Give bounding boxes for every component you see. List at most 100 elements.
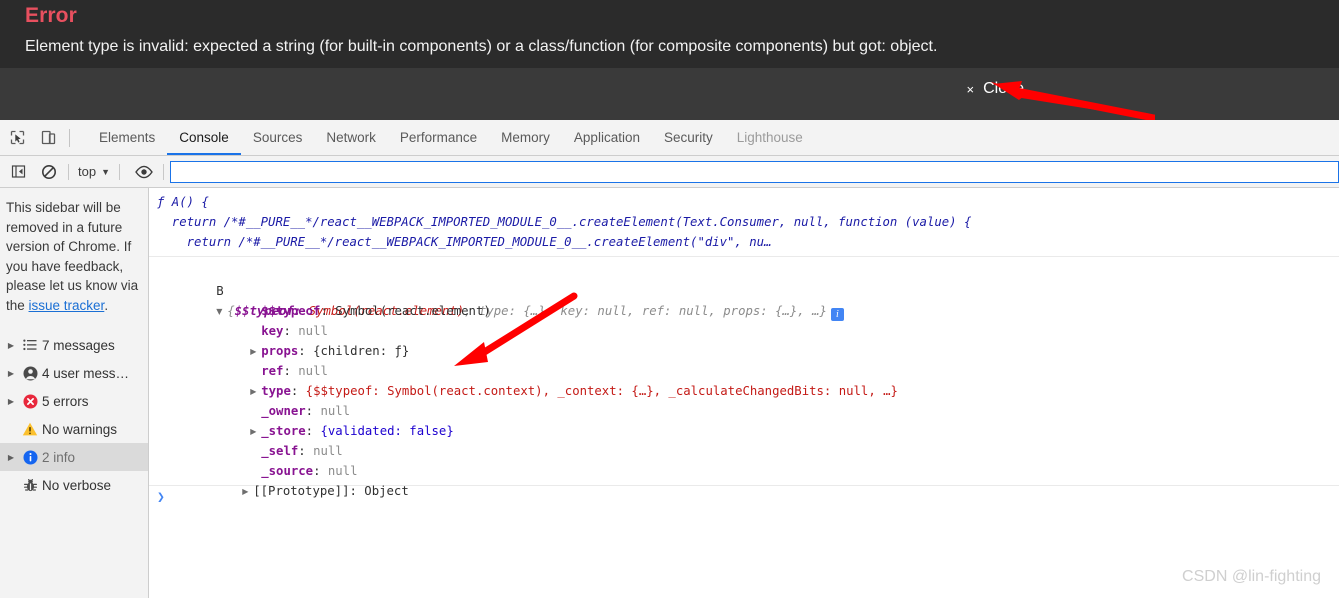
tab-network[interactable]: Network [314,120,388,155]
object-prop-row[interactable]: $$typeof: Symbol(react.element) [149,281,1339,318]
prop-sep: : [298,344,314,358]
prop-sep: : [283,364,299,378]
sidebar-item-label: 2 info [42,449,76,465]
object-summary-rest: , type: {…}, key: null, ref: null, props… [464,304,827,318]
prop-value: null [298,324,328,338]
sidebar-item-user-messages[interactable]: ▶ 4 user mess… [0,359,148,387]
close-icon: × [966,81,975,97]
prop-value: null [320,404,351,418]
prop-value: null [327,464,358,478]
prop-key: _store [261,424,306,438]
sidebar-item-label: 7 messages [42,337,115,353]
error-message: Element type is invalid: expected a stri… [25,38,938,55]
prop-value: {children: ƒ} [313,344,410,358]
inspect-element-icon[interactable] [4,125,31,151]
filterbar-divider-3 [163,163,164,180]
tab-security[interactable]: Security [652,120,725,155]
console-entry-object[interactable]: B ▼ {$$typeof: Symbol(react.element), typ… [149,257,1339,498]
user-icon [18,366,42,381]
expand-arrow-icon[interactable]: ▶ [4,341,18,350]
filterbar-divider-2 [119,163,120,180]
info-icon [18,450,42,465]
tab-memory[interactable]: Memory [489,120,562,155]
prop-key: ref [261,364,284,378]
issue-tracker-link[interactable]: issue tracker [29,298,105,313]
sidebar-item-messages[interactable]: ▶ 7 messages [0,331,148,359]
function-signature-line: ƒ A() { [157,195,209,209]
prompt-chevron-icon: ❯ [157,490,165,505]
tab-elements[interactable]: Elements [87,120,167,155]
prop-key: props [261,344,299,358]
prop-key: _owner [261,404,306,418]
warning-icon [18,422,42,437]
console-sidebar: This sidebar will be removed in a future… [0,188,149,598]
toolbar-divider [69,128,70,147]
error-icon [18,394,42,409]
watermark: CSDN @lin-fighting [1182,568,1321,585]
error-action-bar: × Close [0,68,1339,120]
console-entry-function[interactable]: ƒ A() { return /*#__PURE__*/react__WEBPA… [149,188,1339,257]
prop-key: type [261,384,291,398]
execution-context-label: top [78,164,97,179]
prop-value: null [298,364,328,378]
devtools-tab-bar: Elements Console Sources Network Perform… [0,120,1339,156]
sidebar-toggle-icon[interactable] [5,160,31,184]
function-body-line-2: return /*#__PURE__*/react__WEBPACK_IMPOR… [157,235,772,249]
sidebar-item-label: 4 user mess… [42,365,130,381]
console-filter-input[interactable] [170,160,1339,183]
live-expression-icon[interactable] [131,160,157,184]
sidebar-deprecation-note: This sidebar will be removed in a future… [0,188,148,319]
prop-sep: : [349,484,365,498]
expand-arrow-icon[interactable]: ▶ [4,453,18,462]
prop-sep: : [283,324,299,338]
prop-sep: : [305,404,321,418]
tab-list: Elements Console Sources Network Perform… [87,120,815,155]
sidebar-item-info[interactable]: ▶ 2 info [0,443,148,471]
expand-arrow-icon[interactable]: ▶ [4,397,18,406]
console-output: ƒ A() { return /*#__PURE__*/react__WEBPA… [149,188,1339,598]
prop-value: null [313,444,343,458]
prop-key: _self [261,444,299,458]
execution-context-selector[interactable]: top ▼ [75,164,113,179]
prop-sep: : [305,424,321,438]
chevron-down-icon: ▼ [101,166,110,177]
list-icon [18,339,42,351]
clear-console-icon[interactable] [36,160,62,184]
screenshot-root: Error Element type is invalid: expected … [0,0,1339,598]
filterbar-divider-1 [68,163,69,180]
prop-key: [[Prototype]] [253,484,350,498]
error-title: Error [25,4,77,27]
object-summary-line[interactable]: B ▼ {$$typeof: Symbol(react.element), typ… [149,261,1339,321]
sidebar-note-text-2: . [104,297,109,313]
expand-arrow-icon[interactable]: ▶ [242,482,253,502]
tab-performance[interactable]: Performance [388,120,489,155]
sidebar-item-label: No warnings [42,421,118,437]
prop-key: $$typeof [261,304,321,318]
tab-lighthouse[interactable]: Lighthouse [725,120,815,155]
sidebar-note-text-1: This sidebar will be removed in a future… [6,200,139,313]
expand-arrow-icon[interactable]: ▶ [250,382,261,402]
prop-sep: : [298,444,314,458]
console-filter-bar: top ▼ [0,156,1339,188]
expand-arrow-icon[interactable]: ▶ [4,369,18,378]
expand-arrow-icon[interactable]: ▶ [250,342,261,362]
sidebar-filter-list: ▶ 7 messages ▶ 4 user mess… ▶ 5 errors N… [0,331,148,499]
prop-value: Object [364,484,409,498]
expand-arrow-icon[interactable]: ▶ [250,422,261,442]
tab-sources[interactable]: Sources [241,120,315,155]
prop-sep: : [290,384,306,398]
prop-value: {validated: false} [320,424,454,438]
sidebar-item-verbose[interactable]: No verbose [0,471,148,499]
device-toolbar-icon[interactable] [35,125,62,151]
sidebar-item-warnings[interactable]: No warnings [0,415,148,443]
sidebar-item-errors[interactable]: ▶ 5 errors [0,387,148,415]
tab-application[interactable]: Application [562,120,652,155]
sidebar-item-label: No verbose [42,477,112,493]
bug-icon [18,478,42,493]
prop-sep: : [313,464,328,478]
prop-value: {$$typeof: Symbol(react.context), _conte… [305,384,898,398]
tab-console[interactable]: Console [167,120,241,155]
close-button[interactable]: × Close [967,80,1025,98]
sidebar-item-label: 5 errors [42,393,89,409]
info-badge-icon[interactable]: i [830,308,844,321]
